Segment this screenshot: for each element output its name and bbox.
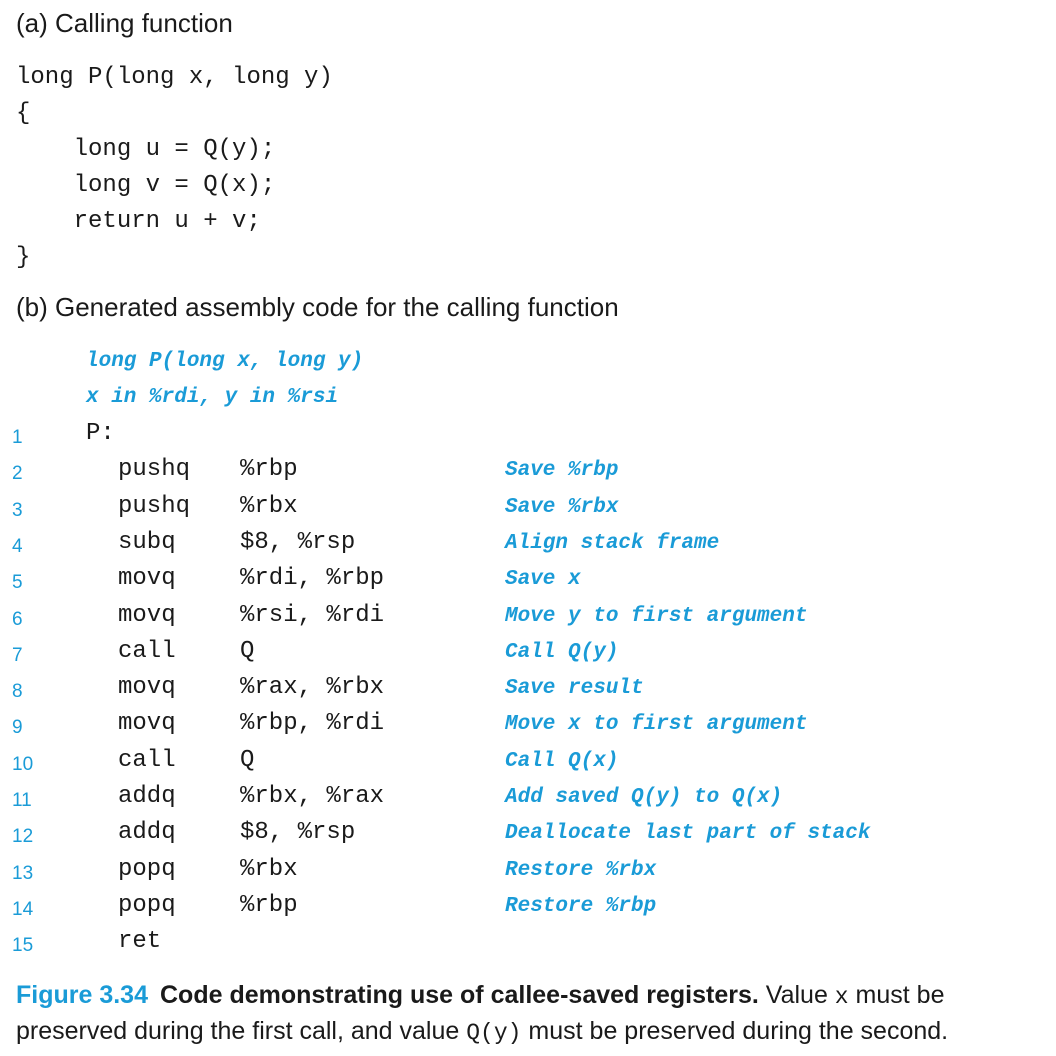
instruction-opcode: pushq <box>118 456 191 484</box>
instruction-operands: %rbp <box>240 456 298 484</box>
assembly-line: 9 movq %rbp, %rdi Move x to first argument <box>0 708 1056 744</box>
line-number: 11 <box>12 790 32 811</box>
assembly-line: 7 call Q Call Q(y) <box>0 636 1056 672</box>
line-number: 10 <box>12 753 34 775</box>
instruction-operands: %rsi, %rdi <box>240 601 385 629</box>
line-comment: Restore %rbp <box>505 894 657 918</box>
instruction-operands: %rbp <box>240 891 298 919</box>
instruction-operands: %rdi, %rbp <box>240 565 385 593</box>
line-number: 8 <box>12 681 23 703</box>
assembly-line: 4 subq $8, %rsp Align stack frame <box>0 527 1056 563</box>
instruction-operands: %rbx <box>240 492 298 520</box>
instruction-opcode: call <box>118 637 176 665</box>
line-number: 13 <box>12 862 34 884</box>
instruction-opcode: popq <box>118 855 176 883</box>
figure-title: Code demonstrating use of callee-saved r… <box>160 981 759 1009</box>
line-number: 4 <box>12 535 23 557</box>
caption-text: Value <box>765 981 835 1009</box>
line-number: 7 <box>12 644 23 666</box>
assembly-line: 11 addq %rbx, %rax Add saved Q(y) to Q(x) <box>0 781 1056 817</box>
instruction-opcode: popq <box>118 891 176 919</box>
code-line: long u = Q(y); <box>16 136 276 163</box>
line-number: 2 <box>12 463 23 485</box>
code-line: } <box>16 244 31 271</box>
instruction-operands: %rbx, %rax <box>240 783 385 810</box>
assembly-line: 12 addq $8, %rsp Deallocate last part of st… <box>0 817 1056 853</box>
assembly-line: 1 P: <box>0 418 1056 454</box>
assembly-line: 14 popq %rbp Restore %rbp <box>0 890 1056 926</box>
instruction-operands: $8, %rsp <box>240 528 356 556</box>
figure-number: Figure 3.34 <box>16 981 148 1009</box>
line-comment: Move x to first argument <box>505 713 808 737</box>
line-number: 1 <box>12 427 23 448</box>
line-number: 9 <box>12 717 23 739</box>
instruction-opcode: ret <box>118 928 162 956</box>
caption-code: x <box>834 984 849 1010</box>
assembly-label: P: <box>86 420 115 447</box>
instruction-operands: %rax, %rbx <box>240 674 385 702</box>
code-line: { <box>16 100 31 127</box>
code-line: long P(long x, long y) <box>16 64 333 91</box>
section-b-heading: (b) Generated assembly code for the call… <box>16 292 619 322</box>
line-comment: Align stack frame <box>505 531 720 555</box>
line-number: 3 <box>12 499 23 521</box>
line-comment: Save %rbx <box>505 495 619 519</box>
line-comment: Call Q(x) <box>505 749 619 773</box>
line-comment: Call Q(y) <box>505 640 619 664</box>
instruction-opcode: movq <box>118 674 176 702</box>
instruction-opcode: movq <box>118 565 176 593</box>
line-comment: Deallocate last part of stack <box>505 822 871 846</box>
line-comment: Add saved Q(y) to Q(x) <box>505 786 783 809</box>
caption-code: Q(y) <box>466 1020 522 1046</box>
assembly-line: 5 movq %rdi, %rbp Save x <box>0 563 1056 599</box>
line-number: 6 <box>12 608 23 630</box>
instruction-opcode: subq <box>118 528 176 556</box>
instruction-operands: Q <box>240 637 255 665</box>
instruction-opcode: addq <box>118 783 176 810</box>
assembly-line: 8 movq %rax, %rbx Save result <box>0 672 1056 708</box>
header-comment: long P(long x, long y) <box>86 350 364 373</box>
instruction-operands: %rbx <box>240 855 298 883</box>
instruction-opcode: call <box>118 746 176 774</box>
instruction-operands: Q <box>240 746 255 774</box>
instruction-opcode: movq <box>118 710 176 738</box>
assembly-line: 13 popq %rbx Restore %rbx <box>0 854 1056 890</box>
line-comment: Save result <box>505 677 644 701</box>
assembly-line: 2 pushq %rbp Save %rbp <box>0 454 1056 490</box>
line-comment: Move y to first argument <box>505 604 808 628</box>
instruction-operands: %rbp, %rdi <box>240 710 385 738</box>
caption-text: must be preserved during the second. <box>521 1017 949 1045</box>
line-comment: Save x <box>505 568 581 592</box>
header-comment: x in %rdi, y in %rsi <box>86 386 339 409</box>
line-comment: Save %rbp <box>505 459 619 483</box>
code-line: return u + v; <box>16 208 261 235</box>
line-number: 14 <box>12 898 34 920</box>
line-number: 12 <box>12 826 34 848</box>
assembly-line: 10 call Q Call Q(x) <box>0 745 1056 781</box>
instruction-opcode: pushq <box>118 492 191 520</box>
assembly-line: 15 ret <box>0 926 1056 962</box>
assembly-line: 6 movq %rsi, %rdi Move y to first argument <box>0 600 1056 636</box>
line-comment: Restore %rbx <box>505 858 657 882</box>
instruction-opcode: addq <box>118 819 176 847</box>
assembly-line: 3 pushq %rbx Save %rbx <box>0 491 1056 527</box>
figure-caption: Figure 3.34 Code demonstrating use of cal… <box>16 978 1046 1050</box>
instruction-opcode: movq <box>118 601 176 629</box>
line-number: 5 <box>12 572 23 594</box>
code-line: long v = Q(x); <box>16 172 276 199</box>
instruction-operands: $8, %rsp <box>240 819 356 847</box>
section-a-heading: (a) Calling function <box>16 8 233 38</box>
line-number: 15 <box>12 935 34 957</box>
